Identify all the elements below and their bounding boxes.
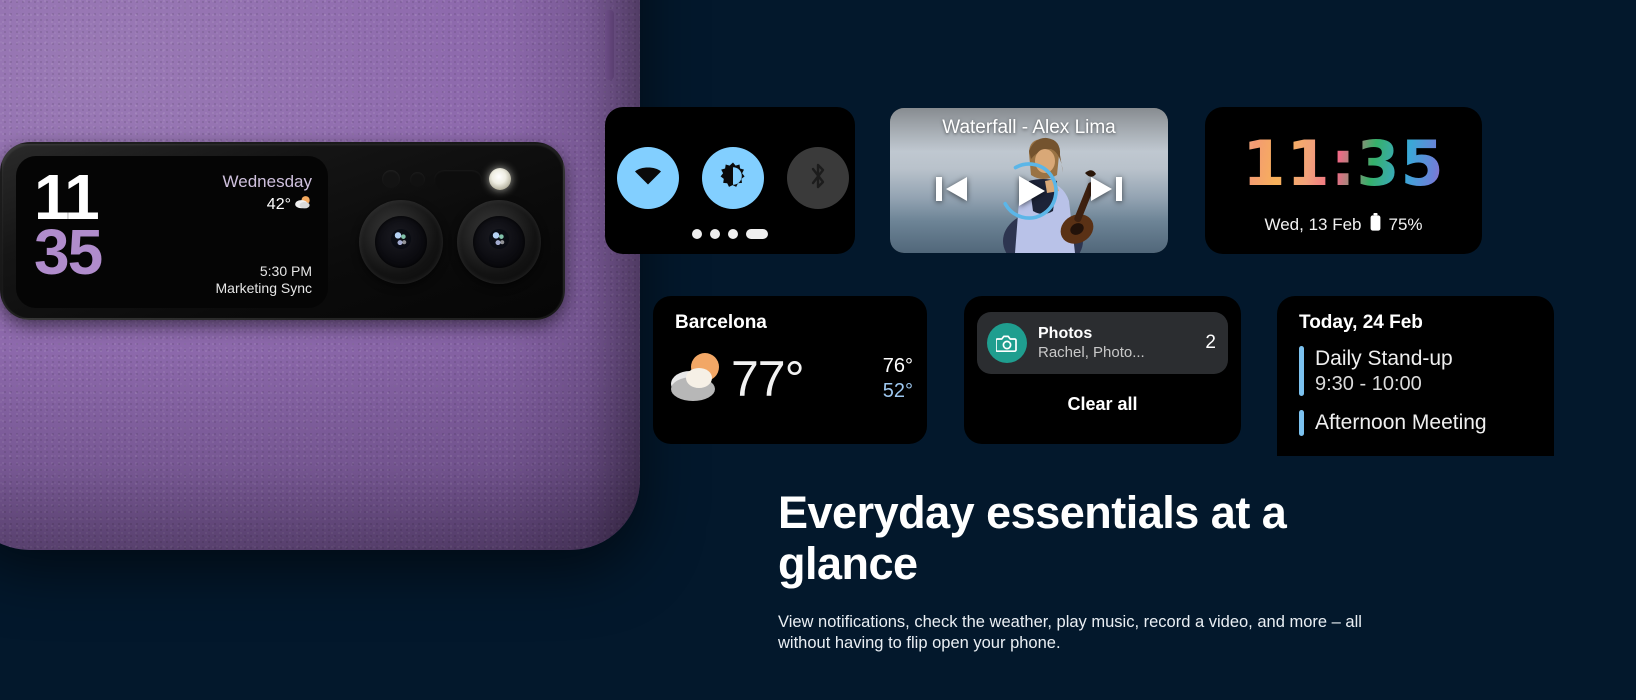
cover-screen[interactable]: 11 35 Wednesday 42° 5:30 PM Marketing Sy… <box>16 156 328 308</box>
weather-current-temp: 77° <box>731 350 805 407</box>
camera-lens-main <box>359 200 443 284</box>
event-accent-bar <box>1299 410 1304 436</box>
quick-settings-pager[interactable] <box>605 229 855 239</box>
notifications-widget[interactable]: Photos Rachel, Photo... 2 Clear all <box>964 296 1241 444</box>
play-button[interactable] <box>998 160 1060 222</box>
wifi-icon <box>633 164 663 193</box>
page-root: 11 35 Wednesday 42° 5:30 PM Marketing Sy… <box>0 0 1636 700</box>
pager-dot-3[interactable] <box>728 229 738 239</box>
track-title: Waterfall - Alex Lima <box>942 117 1116 138</box>
weather-widget[interactable]: Barcelona 77° 76° 52° <box>653 296 927 444</box>
phone-device-image: 11 35 Wednesday 42° 5:30 PM Marketing Sy… <box>0 0 640 550</box>
event-details: Daily Stand-up 9:30 - 10:00 <box>1315 346 1453 396</box>
brightness-icon <box>718 161 748 196</box>
battery-percent: 75% <box>1388 214 1423 234</box>
pager-dot-1[interactable] <box>692 229 702 239</box>
brightness-toggle[interactable] <box>702 147 764 209</box>
quick-settings-toggles <box>605 147 855 209</box>
calendar-event-list: Daily Stand-up 9:30 - 10:00 Afternoon Me… <box>1299 346 1540 450</box>
battery-icon <box>1370 213 1381 236</box>
previous-track-button[interactable] <box>934 170 970 213</box>
volume-button[interactable] <box>605 10 614 80</box>
cover-weather: 42° <box>223 195 312 214</box>
pager-dot-4-active[interactable] <box>746 229 768 239</box>
camera-flash-icon <box>489 168 511 190</box>
calendar-header: Today, 24 Feb <box>1299 312 1423 333</box>
camera-lens-ultrawide <box>457 200 541 284</box>
weather-readout: 77° 76° 52° <box>667 348 913 409</box>
notification-summary: Rachel, Photo... <box>1038 343 1145 361</box>
cover-info-bottom: 5:30 PM Marketing Sync <box>216 263 312 296</box>
event-name: Afternoon Meeting <box>1315 411 1487 434</box>
partly-cloudy-icon <box>294 195 312 214</box>
sensor-icon <box>382 170 400 188</box>
weather-high: 76° <box>882 354 913 377</box>
notification-text: Photos Rachel, Photo... <box>1038 324 1194 363</box>
cover-appointment-time: 5:30 PM <box>259 263 312 279</box>
media-player-widget[interactable]: Waterfall - Alex Lima <box>890 108 1168 253</box>
page-subtitle: View notifications, check the weather, p… <box>778 612 1362 653</box>
clock-time: 11:35 <box>1205 127 1482 200</box>
partly-cloudy-icon <box>667 348 729 409</box>
cover-clock-minutes: 35 <box>34 216 103 289</box>
microphone-icon <box>410 172 425 187</box>
page-title: Everyday essentials at a glance <box>778 487 1287 590</box>
camera-deck: 11 35 Wednesday 42° 5:30 PM Marketing Sy… <box>0 142 565 320</box>
cover-day-label: Wednesday <box>222 172 312 191</box>
calendar-event[interactable]: Daily Stand-up 9:30 - 10:00 <box>1299 346 1540 396</box>
cover-info-top: Wednesday 42° <box>223 172 312 214</box>
calendar-widget[interactable]: Today, 24 Feb Daily Stand-up 9:30 - 10:0… <box>1277 296 1554 456</box>
sensor-slot <box>434 170 482 190</box>
quick-settings-widget[interactable] <box>605 107 855 254</box>
clock-date: Wed, 13 Feb <box>1264 214 1362 234</box>
notification-item[interactable]: Photos Rachel, Photo... 2 <box>977 312 1228 374</box>
next-track-button[interactable] <box>1088 170 1124 213</box>
media-controls <box>890 160 1168 222</box>
bluetooth-toggle[interactable] <box>787 147 849 209</box>
notification-app-name: Photos <box>1038 324 1093 342</box>
pager-dot-2[interactable] <box>710 229 720 239</box>
event-details: Afternoon Meeting <box>1315 410 1487 436</box>
weather-low: 52° <box>882 379 913 402</box>
copy-block: Everyday essentials at a glance View not… <box>778 487 1398 655</box>
weather-high-low: 76° 52° <box>883 354 913 404</box>
cover-temperature: 42° <box>266 195 291 213</box>
event-time: 9:30 - 10:00 <box>1315 372 1422 395</box>
event-accent-bar <box>1299 346 1304 396</box>
clock-meta: Wed, 13 Feb 75% <box>1205 213 1482 236</box>
cover-screen-info: Wednesday 42° 5:30 PM Marketing Sync <box>101 170 312 298</box>
camera-icon <box>987 323 1027 363</box>
cover-appointment-title: Marketing Sync <box>215 280 312 296</box>
clock-widget[interactable]: 11:35 Wed, 13 Feb 75% <box>1205 107 1482 254</box>
clear-all-button[interactable]: Clear all <box>964 394 1241 415</box>
wifi-toggle[interactable] <box>617 147 679 209</box>
calendar-event[interactable]: Afternoon Meeting <box>1299 410 1540 436</box>
notification-count-badge: 2 <box>1205 332 1216 353</box>
cover-screen-clock: 11 35 <box>34 165 103 298</box>
event-name: Daily Stand-up <box>1315 347 1453 370</box>
bluetooth-icon <box>807 161 829 196</box>
weather-city: Barcelona <box>675 312 767 333</box>
